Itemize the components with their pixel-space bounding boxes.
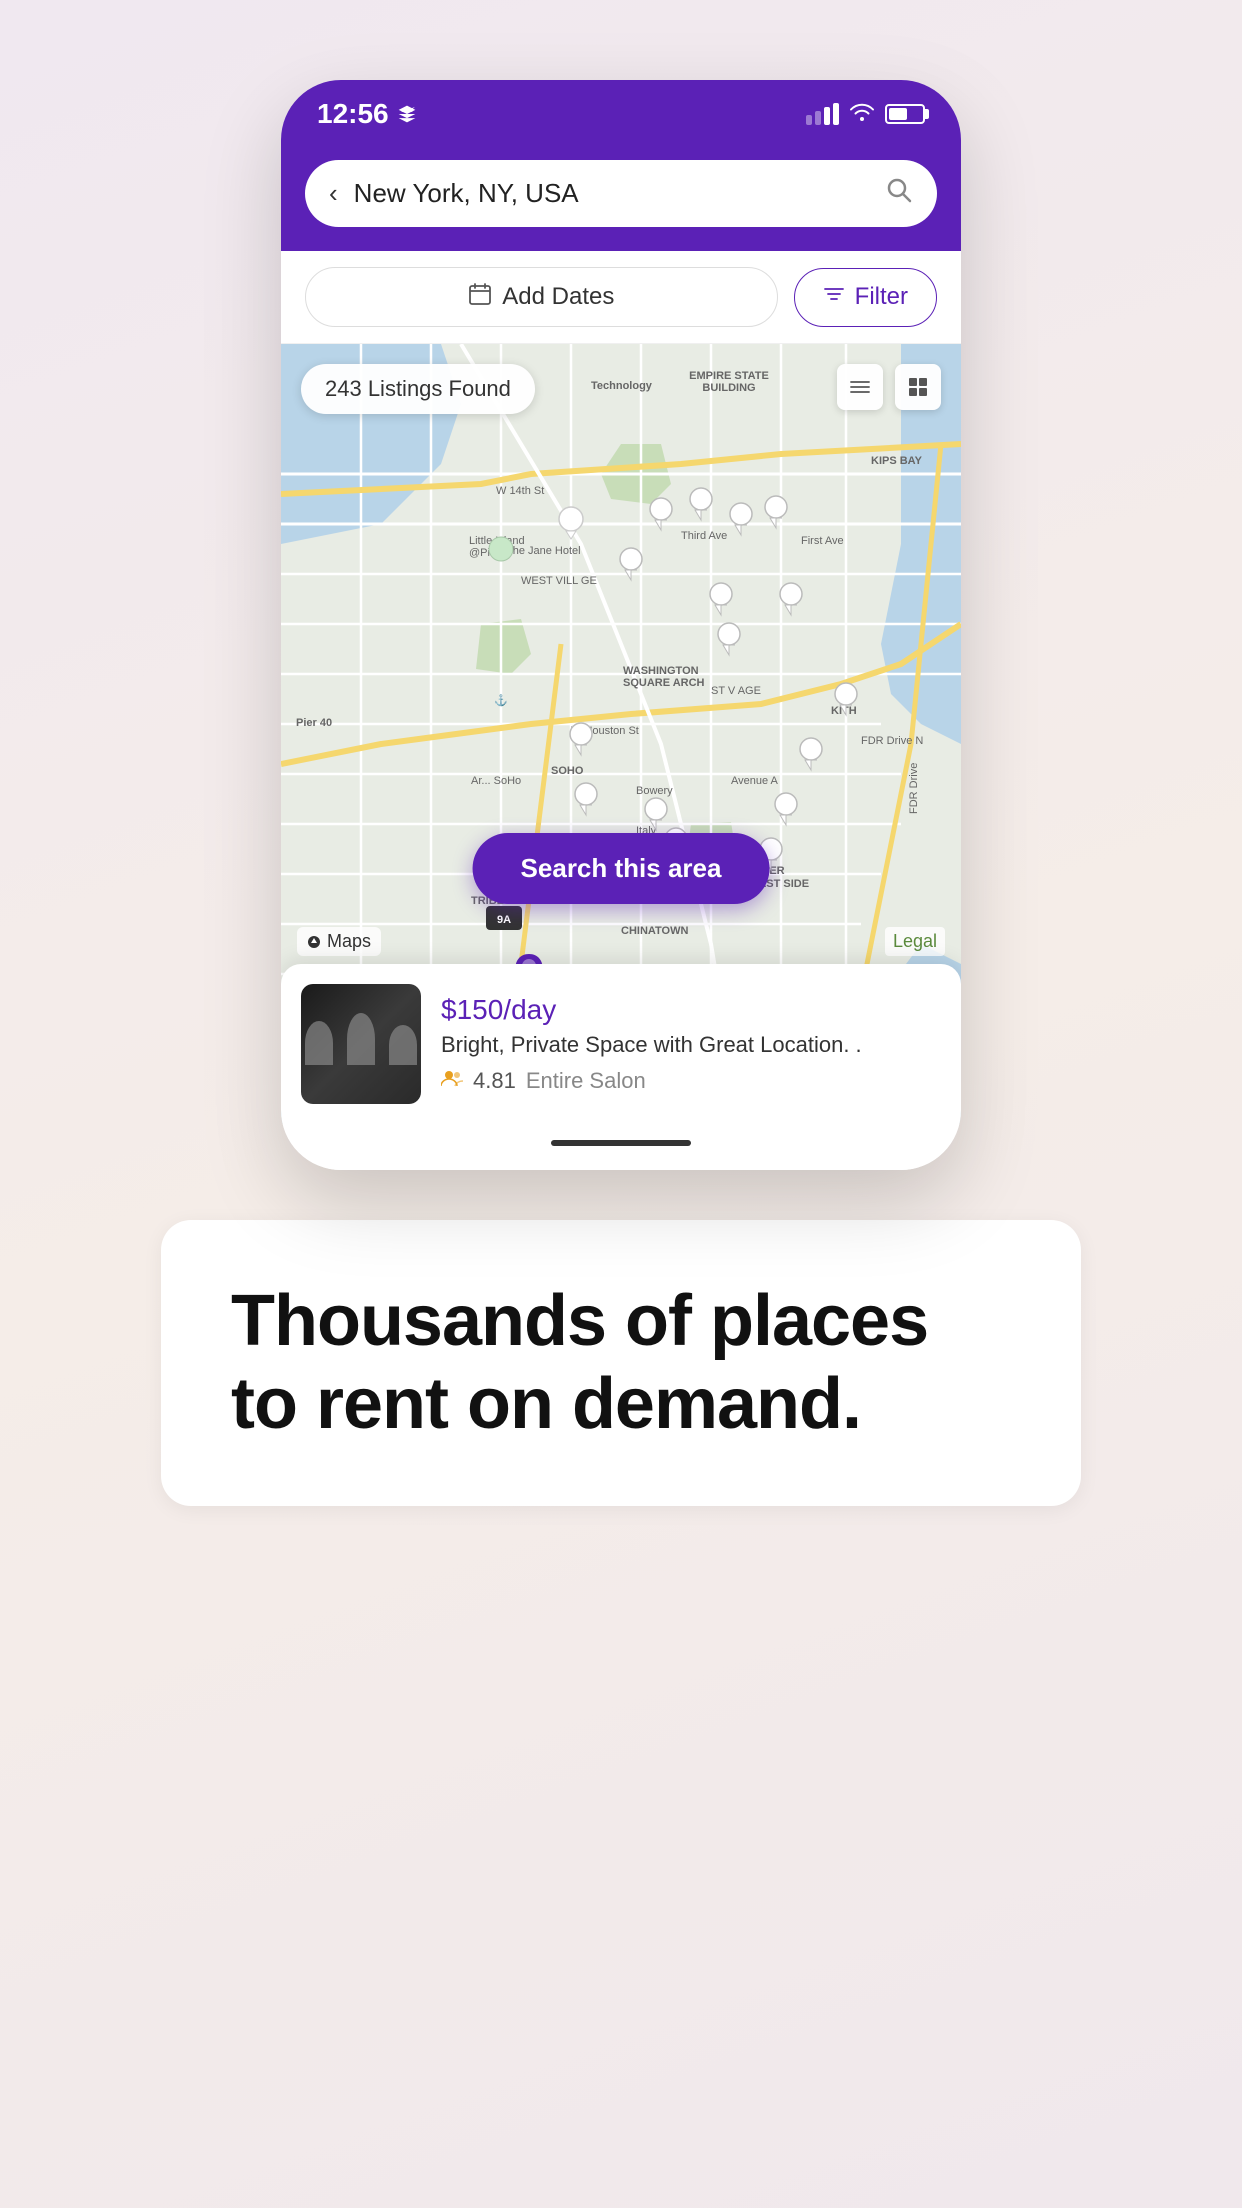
filter-button[interactable]: Filter — [794, 268, 937, 327]
maps-credit-text: Maps — [327, 931, 371, 952]
svg-text:KIPS BAY: KIPS BAY — [871, 455, 923, 467]
legal-text: Legal — [893, 931, 937, 951]
svg-text:9A: 9A — [497, 914, 511, 926]
map-view-toggle[interactable] — [895, 364, 941, 410]
svg-text:Third Ave: Third Ave — [681, 530, 727, 542]
listing-meta: 4.81 Entire Salon — [441, 1068, 941, 1094]
people-icon — [441, 1068, 463, 1094]
search-area-button[interactable]: Search this area — [473, 833, 770, 904]
svg-text:SOHO: SOHO — [551, 765, 584, 777]
svg-text:FDR Drive: FDR Drive — [908, 763, 920, 814]
wifi-icon — [849, 101, 875, 127]
filter-icon — [823, 283, 845, 312]
status-time-area: 12:56 — [317, 98, 417, 130]
svg-text:FDR Drive N: FDR Drive N — [861, 735, 923, 747]
listing-rating: 4.81 — [473, 1068, 516, 1094]
tagline-line1: Thousands of places — [231, 1281, 928, 1361]
listing-price: $150/day — [441, 994, 941, 1026]
svg-text:CHINATOWN: CHINATOWN — [621, 925, 688, 937]
search-bar[interactable]: ‹ New York, NY, USA — [305, 160, 937, 227]
map-container[interactable]: Technology EMPIRE STATE BUILDING KIPS BA… — [281, 344, 961, 1124]
location-arrow-icon — [397, 104, 417, 124]
tagline-line2: to rent on demand. — [231, 1364, 861, 1444]
listing-type: Entire Salon — [526, 1068, 646, 1094]
svg-text:Technology: Technology — [591, 380, 653, 392]
svg-text:Pier 40: Pier 40 — [296, 717, 332, 729]
home-indicator — [281, 1124, 961, 1170]
svg-text:WEST VILL GE: WEST VILL GE — [521, 575, 597, 587]
svg-text:BUILDING: BUILDING — [702, 382, 755, 394]
svg-text:SQUARE ARCH: SQUARE ARCH — [623, 677, 705, 689]
listing-description: Bright, Private Space with Great Locatio… — [441, 1032, 941, 1058]
status-icons-area — [806, 101, 925, 127]
phone-wrapper: 12:56 — [281, 80, 961, 1170]
map-view-toggles — [837, 364, 941, 410]
listings-count: 243 Listings Found — [325, 376, 511, 402]
price-unit: /day — [503, 994, 556, 1025]
search-area-label: Search this area — [521, 853, 722, 883]
home-bar — [551, 1140, 691, 1146]
listing-info: $150/day Bright, Private Space with Grea… — [441, 994, 941, 1094]
listing-thumbnail — [301, 984, 421, 1104]
svg-text:EMPIRE STATE: EMPIRE STATE — [689, 370, 769, 382]
svg-text:Avenue A: Avenue A — [731, 775, 779, 787]
svg-text:W 14th St: W 14th St — [496, 485, 544, 497]
battery-icon — [885, 104, 925, 124]
list-view-toggle[interactable] — [837, 364, 883, 410]
legal-link[interactable]: Legal — [885, 927, 945, 956]
svg-text:ST V AGE: ST V AGE — [711, 685, 761, 697]
listings-badge: 243 Listings Found — [301, 364, 535, 414]
back-button[interactable]: ‹ — [329, 178, 338, 209]
price-amount: $150 — [441, 994, 503, 1025]
svg-text:⚓: ⚓ — [494, 694, 508, 707]
apple-maps-credit: Maps — [297, 927, 381, 956]
signal-icon — [806, 103, 839, 125]
listing-card[interactable]: $150/day Bright, Private Space with Grea… — [281, 964, 961, 1124]
search-icon[interactable] — [885, 176, 913, 211]
add-dates-button[interactable]: Add Dates — [305, 267, 778, 327]
svg-text:Ar... SoHo: Ar... SoHo — [471, 775, 521, 787]
app-header: ‹ New York, NY, USA — [281, 144, 961, 251]
svg-text:First Ave: First Ave — [801, 535, 844, 547]
filters-row: Add Dates Filter — [281, 251, 961, 344]
calendar-icon — [468, 282, 492, 312]
tagline-text: Thousands of places to rent on demand. — [231, 1280, 1011, 1446]
search-bar-left: ‹ New York, NY, USA — [329, 178, 579, 209]
time-display: 12:56 — [317, 98, 389, 130]
svg-text:Bowery: Bowery — [636, 785, 673, 797]
tagline-section: Thousands of places to rent on demand. — [161, 1220, 1081, 1506]
search-location-text: New York, NY, USA — [354, 178, 579, 209]
filter-label: Filter — [855, 283, 908, 311]
add-dates-label: Add Dates — [502, 283, 614, 311]
status-bar: 12:56 — [281, 80, 961, 144]
svg-text:WASHINGTON: WASHINGTON — [623, 665, 699, 677]
